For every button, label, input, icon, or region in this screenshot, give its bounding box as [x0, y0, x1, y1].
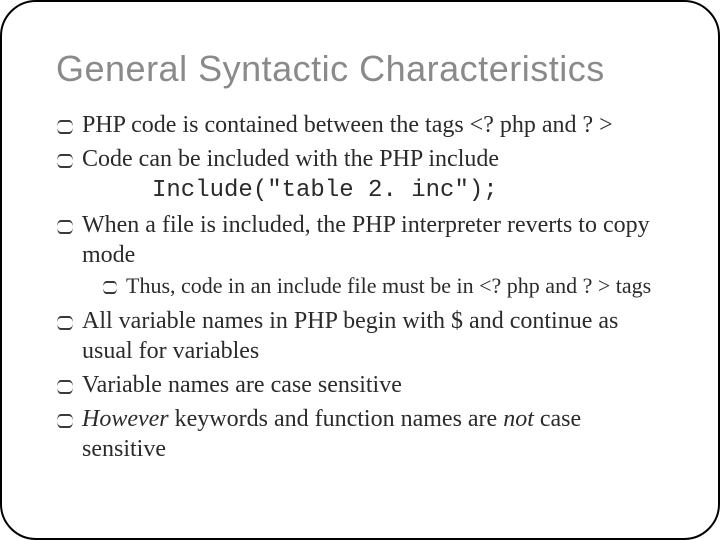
- bullet-item: Variable names are case sensitive: [56, 370, 664, 400]
- sub-bullet-item: Thus, code in an include file must be in…: [102, 272, 664, 300]
- code-line: Include("table 2. inc");: [152, 176, 664, 206]
- bullet-list: PHP code is contained between the tags <…: [56, 110, 664, 464]
- slide-title: General Syntactic Characteristics: [56, 48, 664, 90]
- bullet-text: Code can be included with the PHP includ…: [82, 146, 499, 172]
- bullet-item: Code can be included with the PHP includ…: [56, 144, 664, 206]
- bullet-text: Thus, code in an include file must be in…: [126, 273, 651, 298]
- sub-bullet-list: Thus, code in an include file must be in…: [102, 272, 664, 300]
- bullet-item: All variable names in PHP begin with $ a…: [56, 306, 664, 366]
- italic-text: However: [82, 406, 169, 432]
- bullet-text: All variable names in PHP begin with $ a…: [82, 308, 618, 364]
- slide-frame: General Syntactic Characteristics PHP co…: [0, 0, 720, 540]
- italic-text: not: [503, 406, 534, 432]
- bullet-text: When a file is included, the PHP interpr…: [82, 212, 650, 268]
- bullet-item: However keywords and function names are …: [56, 404, 664, 464]
- bullet-text: Variable names are case sensitive: [82, 372, 402, 398]
- bullet-text: keywords and function names are: [169, 406, 504, 432]
- bullet-item: When a file is included, the PHP interpr…: [56, 210, 664, 300]
- bullet-text: PHP code is contained between the tags <…: [82, 112, 613, 138]
- bullet-item: PHP code is contained between the tags <…: [56, 110, 664, 140]
